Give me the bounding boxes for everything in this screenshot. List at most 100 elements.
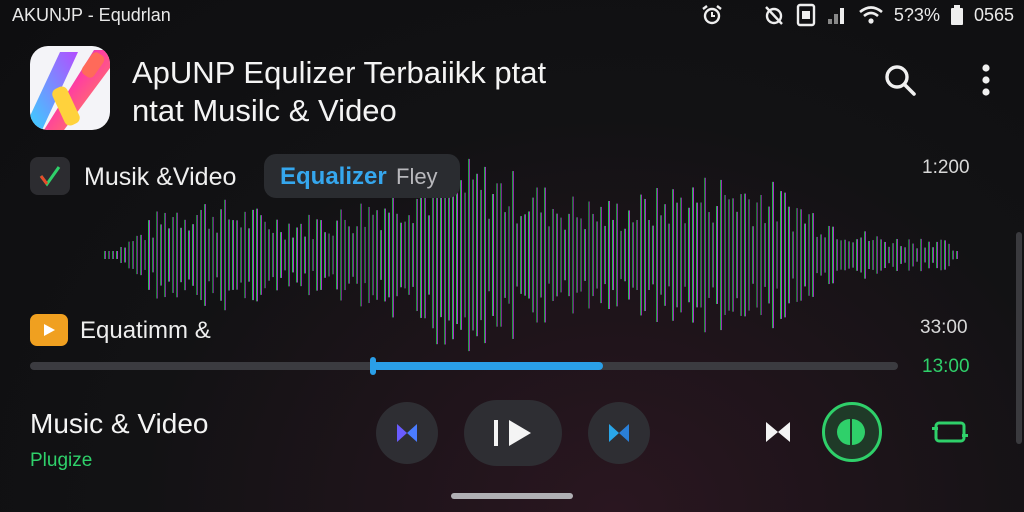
next-icon: [609, 424, 629, 442]
waveform-bar: [828, 225, 830, 285]
waveform-bar: [576, 217, 578, 293]
waveform-bar: [316, 219, 318, 291]
waveform-bar: [728, 199, 730, 311]
repeat-button[interactable]: [926, 414, 974, 450]
waveform-bar: [668, 223, 670, 287]
seek-bar[interactable]: [30, 357, 898, 375]
waveform-bar: [900, 246, 902, 264]
waveform-bar: [240, 227, 242, 283]
track-label: Equatimm &: [80, 317, 211, 344]
waveform-bar: [328, 233, 330, 277]
shuffle-button[interactable]: [758, 414, 798, 450]
waveform-bar: [608, 200, 610, 310]
waveform-bar: [880, 239, 882, 271]
waveform-bar: [484, 166, 486, 344]
waveform-bar: [144, 240, 146, 270]
waveform-bar: [740, 194, 742, 316]
next-button[interactable]: [588, 402, 650, 464]
waveform-bar: [952, 250, 954, 260]
waveform-bar: [628, 210, 630, 300]
waveform-bar: [424, 191, 426, 319]
waveform-bar: [348, 226, 350, 284]
play-button[interactable]: [464, 400, 562, 466]
waveform-bar: [944, 240, 946, 270]
time-green: 13:00: [922, 356, 970, 377]
waveform-bar: [572, 196, 574, 314]
waveform-bar: [208, 228, 210, 282]
waveform-bar: [824, 237, 826, 273]
waveform-bar: [776, 221, 778, 289]
waveform-bar: [688, 207, 690, 303]
waveform-bar: [264, 221, 266, 289]
scrollbar[interactable]: [1016, 232, 1022, 444]
equalizer-chip[interactable]: Equalizer Fley: [264, 154, 460, 198]
waveform-bar: [276, 219, 278, 291]
waveform-bar: [568, 213, 570, 297]
waveform-bar: [720, 179, 722, 331]
waveform-bar: [940, 239, 942, 271]
more-vertical-icon: [982, 64, 990, 96]
waveform-bar: [500, 183, 502, 327]
alarm-off-icon: [762, 3, 786, 27]
waveform-bar: [200, 209, 202, 301]
waveform-bar: [440, 192, 442, 318]
seek-bar-thumb[interactable]: [369, 357, 376, 375]
waveform-bar: [160, 224, 162, 286]
waveform-bar: [172, 217, 174, 293]
waveform-bar: [820, 234, 822, 276]
shuffle-icon: [766, 422, 790, 442]
previous-button[interactable]: [376, 402, 438, 464]
waveform-bar: [812, 213, 814, 297]
waveform-bar: [868, 240, 870, 270]
waveform-bar: [904, 247, 906, 263]
waveform-bar: [288, 223, 290, 287]
waveform-bar: [104, 251, 106, 259]
waveform-bar: [372, 214, 374, 296]
waveform-bar: [216, 232, 218, 278]
waveform-bar: [356, 226, 358, 284]
sim-icon: [796, 3, 816, 27]
waveform-bar: [896, 238, 898, 272]
waveform-bar: [396, 213, 398, 297]
waveform-bar: [584, 229, 586, 281]
app-logo: [30, 46, 110, 130]
waveform-bar: [912, 243, 914, 267]
waveform-bar: [704, 177, 706, 333]
waveform-bar: [916, 248, 918, 262]
waveform-bar: [652, 225, 654, 285]
musik-video-label[interactable]: Musik &Video: [84, 163, 236, 192]
waveform-bar: [840, 240, 842, 270]
waveform-bar: [548, 226, 550, 284]
waveform-bar: [536, 187, 538, 323]
waveform-bar: [924, 247, 926, 263]
waveform-bar: [468, 158, 470, 352]
waveform-bar: [488, 218, 490, 292]
waveform-bar: [224, 199, 226, 311]
waveform-bar: [852, 242, 854, 268]
now-playing-title: Music & Video: [30, 408, 209, 439]
waveform-bar: [384, 208, 386, 302]
waveform-bar: [272, 232, 274, 278]
waveform-bar: [132, 241, 134, 269]
waveform-bar: [888, 246, 890, 264]
waveform-bar: [168, 228, 170, 282]
waveform-bar: [220, 209, 222, 301]
waveform-bar: [564, 229, 566, 281]
musik-video-icon[interactable]: [30, 157, 70, 195]
waveform-bar: [528, 211, 530, 299]
waveform-bar: [492, 194, 494, 316]
waveform-bar: [664, 204, 666, 306]
repeat-icon: [932, 421, 968, 443]
waveform-bar: [180, 227, 182, 283]
waveform-bar: [292, 237, 294, 273]
search-button[interactable]: [880, 60, 920, 100]
waveform-bar: [320, 220, 322, 290]
home-indicator[interactable]: [451, 493, 573, 499]
time-middle: 33:00: [920, 317, 968, 338]
equalizer-toggle-button[interactable]: [822, 402, 882, 462]
waveform-bar: [660, 215, 662, 295]
app-header: ApUNP Equlizer Terbaiikk ptat ntat Musil…: [0, 40, 1024, 140]
waveform-bar: [884, 241, 886, 269]
more-options-button[interactable]: [966, 60, 1006, 100]
waveform-bar: [948, 243, 950, 267]
